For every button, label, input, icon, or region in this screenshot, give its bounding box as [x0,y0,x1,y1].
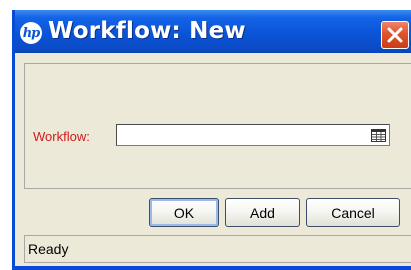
status-bar: Ready [24,235,411,263]
status-text: Ready [28,241,69,257]
title-bar[interactable]: hp Workflow: New [15,10,411,53]
workflow-label: Workflow: [33,129,90,144]
add-button[interactable]: Add [225,198,300,227]
window-bottom-border [15,266,411,270]
workflow-input[interactable] [116,124,390,146]
cancel-button[interactable]: Cancel [306,198,400,227]
form-panel: Workflow: [24,63,411,189]
close-button[interactable] [381,21,409,49]
ok-button[interactable]: OK [149,198,219,227]
window-title: Workflow: New [48,18,246,44]
close-icon [387,27,403,43]
hp-logo-text: hp [22,25,41,41]
list-picker-icon[interactable] [371,128,386,142]
hp-logo-icon: hp [20,22,42,44]
dialog-window: hp Workflow: New Workflow: OK Add Cancel… [12,10,411,270]
